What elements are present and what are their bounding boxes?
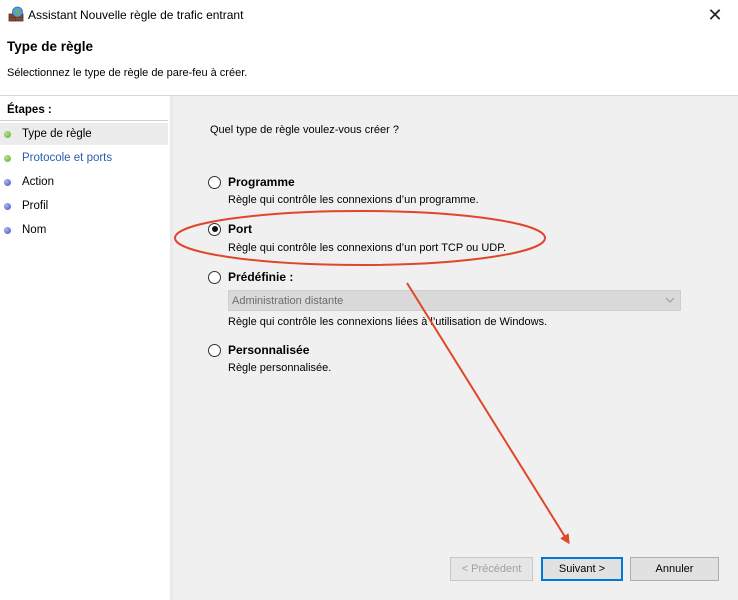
window-title: Assistant Nouvelle règle de trafic entra… [28, 8, 244, 22]
option-predefined[interactable]: Prédéfinie : [208, 270, 293, 284]
radio-port[interactable] [208, 222, 221, 236]
next-button[interactable]: Suivant > [541, 557, 623, 581]
step-pending-icon [4, 226, 11, 234]
option-program-desc: Règle qui contrôle les connexions d’un p… [228, 194, 479, 206]
steps-divider [0, 120, 168, 121]
step-name: Nom [0, 219, 168, 241]
step-label: Protocole et ports [22, 152, 113, 164]
firewall-icon [8, 6, 24, 22]
option-port[interactable]: Port [208, 222, 252, 236]
step-label: Type de règle [22, 128, 92, 140]
content-pane: Quel type de règle voulez-vous créer ? P… [173, 96, 738, 600]
radio-predefined[interactable] [208, 270, 221, 284]
step-complete-icon [4, 130, 11, 138]
rule-type-question: Quel type de règle voulez-vous créer ? [210, 124, 399, 136]
option-custom[interactable]: Personnalisée [208, 343, 309, 357]
option-program-label: Programme [228, 175, 295, 189]
steps-heading: Étapes : [7, 104, 52, 116]
step-label: Nom [22, 224, 47, 236]
option-custom-label: Personnalisée [228, 343, 310, 357]
radio-custom[interactable] [208, 343, 221, 357]
radio-program[interactable] [208, 175, 221, 189]
option-custom-desc: Règle personnalisée. [228, 362, 332, 374]
cancel-button[interactable]: Annuler [630, 557, 719, 581]
step-profile: Profil [0, 195, 168, 217]
chevron-down-icon [665, 297, 675, 303]
step-label: Profil [22, 200, 49, 212]
steps-pane: Étapes : Type de règle Protocole et port… [0, 96, 170, 600]
predefined-select-value: Administration distante [232, 294, 344, 307]
step-pending-icon [4, 202, 11, 210]
step-complete-icon [4, 154, 11, 162]
option-port-desc: Règle qui contrôle les connexions d’un p… [228, 242, 507, 254]
option-predefined-label: Prédéfinie : [228, 270, 294, 284]
option-program[interactable]: Programme [208, 175, 295, 189]
step-label: Action [22, 176, 54, 188]
previous-button[interactable]: < Précédent [450, 557, 533, 581]
close-icon: ✕ [707, 4, 723, 25]
page-title: Type de règle [7, 39, 94, 54]
step-rule-type[interactable]: Type de règle [0, 123, 168, 145]
predefined-select[interactable]: Administration distante [228, 290, 681, 311]
page-subtitle: Sélectionnez le type de règle de pare-fe… [7, 67, 248, 79]
step-protocol-ports[interactable]: Protocole et ports [0, 147, 168, 169]
option-predefined-desc: Règle qui contrôle les connexions liées … [228, 316, 548, 328]
step-pending-icon [4, 178, 11, 186]
title-bar: Assistant Nouvelle règle de trafic entra… [0, 0, 738, 32]
step-action: Action [0, 171, 168, 193]
option-port-label: Port [228, 222, 252, 236]
close-button[interactable]: ✕ [692, 0, 738, 30]
